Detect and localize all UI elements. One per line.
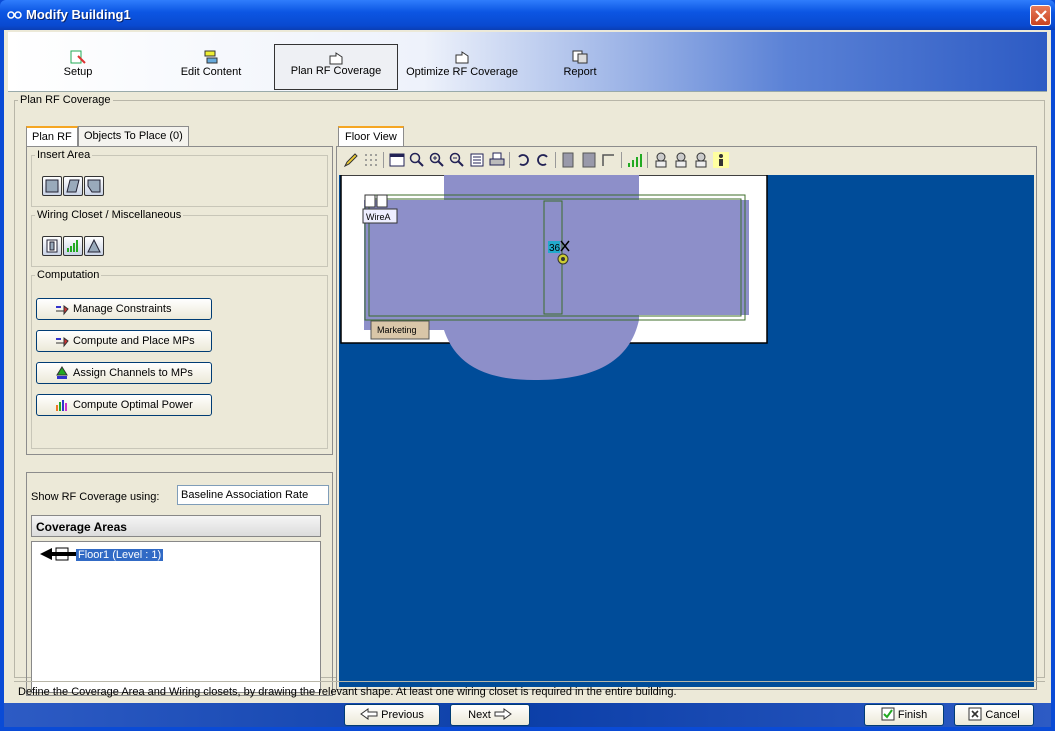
mp-number: 36: [549, 243, 561, 254]
print-icon[interactable]: [489, 152, 505, 168]
import-icon[interactable]: [561, 152, 577, 168]
undo-icon[interactable]: [515, 152, 531, 168]
power-bars-icon: [56, 400, 67, 411]
previous-button[interactable]: Previous: [344, 704, 440, 726]
insert-parallelogram-area-button[interactable]: [63, 176, 83, 196]
left-panel: Plan RF Objects To Place (0) Insert Area: [20, 126, 333, 696]
coverage-panel: Show RF Coverage using: Baseline Associa…: [26, 472, 333, 696]
insert-area-group: [31, 155, 328, 207]
constraints-icon: [56, 305, 69, 316]
floor-view-panel: Floor View WireA Marketing 36: [334, 126, 1041, 690]
setup-icon: [70, 50, 86, 64]
rf-coverage-area: [364, 175, 749, 380]
title-bar[interactable]: Modify Building1: [0, 0, 1055, 30]
tab-objects-to-place[interactable]: Objects To Place (0): [78, 126, 189, 146]
pencil-icon[interactable]: [343, 152, 359, 168]
next-button[interactable]: Next: [450, 704, 530, 726]
export-icon[interactable]: [581, 152, 597, 168]
highlight-icon[interactable]: [713, 152, 729, 168]
compute-place-icon: [56, 337, 69, 348]
wizard-bar: Setup Edit Content Plan RF Coverage Opti…: [8, 32, 1047, 92]
parallelogram-area-icon: [66, 179, 80, 193]
tab-floor-view[interactable]: Floor View: [338, 126, 404, 146]
wizard-step-optimize-rf-coverage[interactable]: Optimize RF Coverage: [400, 44, 524, 90]
coverage-areas-header: Coverage Areas: [31, 515, 321, 537]
optimize-rf-icon: [455, 51, 469, 64]
zoom-icon[interactable]: [409, 152, 425, 168]
floor-canvas[interactable]: WireA Marketing 36: [339, 175, 1034, 687]
coverage-areas-list[interactable]: Floor1 (Level : 1): [31, 541, 321, 693]
wiring-closet-legend: Wiring Closet / Miscellaneous: [35, 209, 184, 221]
floor-view-toolbar: [339, 149, 1034, 171]
insert-polygon-area-button[interactable]: [84, 176, 104, 196]
plan-rf-tab-body: Insert Area Wiring Closet / Miscellaneou…: [26, 146, 333, 455]
computation-group: Manage Constraints Compute and Place MPs…: [31, 275, 328, 449]
plan-rf-coverage-legend: Plan RF Coverage: [18, 94, 113, 106]
wiring-closet-button[interactable]: [42, 236, 62, 256]
compute-optimal-power-button[interactable]: Compute Optimal Power: [36, 394, 212, 416]
bottom-nav-bar: Previous Next Finish Cancel: [4, 703, 1051, 727]
wiring-closet-icon: [46, 239, 58, 253]
zoom-out-icon[interactable]: [449, 152, 465, 168]
zoom-in-icon[interactable]: [429, 152, 445, 168]
cancel-button[interactable]: Cancel: [954, 704, 1034, 726]
window-title: Modify Building1: [26, 7, 131, 22]
wiring-closet-group: [31, 215, 328, 267]
view-a-icon[interactable]: [653, 152, 669, 168]
fit-view-icon[interactable]: [389, 152, 405, 168]
computation-legend: Computation: [35, 269, 102, 281]
wiring-closet-marker: [364, 194, 376, 208]
cancel-x-icon: [968, 707, 982, 721]
wizard-step-setup[interactable]: Setup: [48, 44, 108, 90]
plan-rf-icon: [329, 52, 343, 65]
insert-area-legend: Insert Area: [35, 149, 93, 161]
insert-rectangle-area-button[interactable]: [42, 176, 62, 196]
assign-channels-button[interactable]: Assign Channels to MPs: [36, 362, 212, 384]
signal-strength-button[interactable]: [63, 236, 83, 256]
show-rf-coverage-select[interactable]: Baseline Association Rate: [177, 485, 329, 505]
misc-object-button[interactable]: [84, 236, 104, 256]
arrow-left-icon: [360, 708, 378, 720]
window: Modify Building1 Setup Edit Content Plan…: [0, 0, 1055, 731]
checkbox-check-icon: [881, 707, 895, 721]
view-b-icon[interactable]: [673, 152, 689, 168]
assign-channels-icon: [56, 366, 68, 379]
list-icon[interactable]: [469, 152, 485, 168]
arrow-right-icon: [494, 708, 512, 720]
floor-plan-drawing: WireA Marketing 36: [340, 175, 768, 380]
status-text: Define the Coverage Area and Wiring clos…: [14, 681, 1045, 703]
measure-icon[interactable]: [601, 152, 617, 168]
close-button[interactable]: [1030, 5, 1051, 26]
coverage-area-floor1[interactable]: Floor1 (Level : 1): [76, 549, 164, 561]
client-area: Setup Edit Content Plan RF Coverage Opti…: [4, 30, 1051, 727]
show-rf-coverage-label: Show RF Coverage using:: [31, 491, 160, 503]
rectangle-area-icon: [45, 179, 59, 193]
tab-plan-rf[interactable]: Plan RF: [26, 126, 78, 147]
signal-bars-icon: [67, 240, 78, 252]
wiring-closet-label: WireA: [366, 212, 391, 222]
tree-pointer-icon: [40, 547, 76, 561]
report-icon: [572, 50, 588, 64]
floor-view-body: WireA Marketing 36: [336, 146, 1037, 690]
manage-constraints-button[interactable]: Manage Constraints: [36, 298, 212, 320]
triangle-marker-icon: [87, 239, 101, 253]
close-icon: [1035, 10, 1047, 22]
signal-bars-icon[interactable]: [627, 152, 643, 168]
redo-icon[interactable]: [535, 152, 551, 168]
area-label: Marketing: [377, 325, 417, 335]
view-g-icon[interactable]: [693, 152, 709, 168]
edit-content-icon: [204, 50, 218, 64]
finish-button[interactable]: Finish: [864, 704, 944, 726]
wizard-step-report[interactable]: Report: [552, 44, 608, 90]
compute-and-place-mps-button[interactable]: Compute and Place MPs: [36, 330, 212, 352]
polygon-area-icon: [87, 179, 101, 193]
wizard-step-plan-rf-coverage[interactable]: Plan RF Coverage: [274, 44, 398, 90]
grid-icon[interactable]: [363, 152, 379, 168]
app-icon: [7, 9, 23, 21]
wizard-step-edit-content[interactable]: Edit Content: [176, 44, 246, 90]
